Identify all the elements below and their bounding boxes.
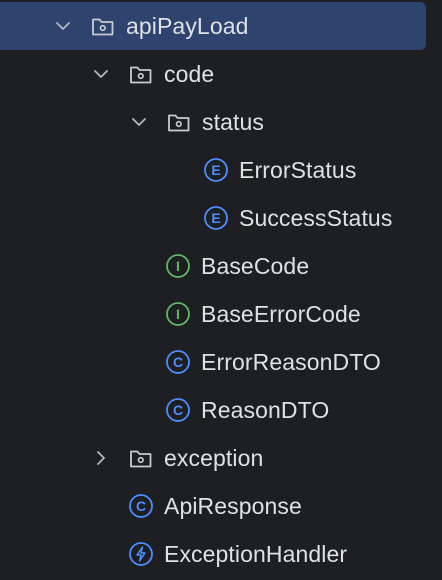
- tree-item-basecode[interactable]: I BaseCode: [0, 242, 442, 290]
- svg-text:C: C: [173, 354, 183, 370]
- tree-item-apiresponse[interactable]: C ApiResponse: [0, 482, 442, 530]
- tree-item-label: SuccessStatus: [239, 204, 393, 231]
- tree-item-label: ReasonDTO: [201, 396, 330, 423]
- tree-item-label: ErrorReasonDTO: [201, 348, 381, 375]
- tree-item-status[interactable]: status: [0, 98, 442, 146]
- tree-item-reasondto[interactable]: C ReasonDTO: [0, 386, 442, 434]
- svg-text:I: I: [176, 306, 180, 322]
- tree-item-label: status: [202, 108, 264, 135]
- tree-item-exception[interactable]: exception: [0, 434, 442, 482]
- project-tree: apiPayLoad code status E ErrorStatus E S…: [0, 0, 442, 580]
- tree-item-label: code: [164, 60, 215, 87]
- svg-text:E: E: [211, 162, 220, 178]
- chevron-down-icon[interactable]: [54, 17, 72, 35]
- tree-item-label: BaseErrorCode: [201, 300, 361, 327]
- chevron-right-icon[interactable]: [92, 449, 110, 467]
- svg-text:I: I: [176, 258, 180, 274]
- enum-icon: E: [203, 157, 229, 183]
- chevron-down-icon[interactable]: [92, 65, 110, 83]
- chevron-down-icon[interactable]: [130, 113, 148, 131]
- tree-item-label: ErrorStatus: [239, 156, 357, 183]
- tree-item-successstatus[interactable]: E SuccessStatus: [0, 194, 442, 242]
- tree-item-label: BaseCode: [201, 252, 310, 279]
- package-folder-icon: [128, 61, 154, 87]
- package-folder-icon: [90, 13, 116, 39]
- class-icon: C: [128, 493, 154, 519]
- class-icon: C: [165, 349, 191, 375]
- svg-text:C: C: [173, 402, 183, 418]
- tree-item-label: ExceptionHandler: [164, 540, 348, 567]
- tree-item-label: apiPayLoad: [126, 12, 249, 39]
- tree-item-label: ApiResponse: [164, 492, 302, 519]
- tree-item-exceptionhandler[interactable]: ExceptionHandler: [0, 530, 442, 578]
- package-folder-icon: [166, 109, 192, 135]
- tree-item-baseerrorcode[interactable]: I BaseErrorCode: [0, 290, 442, 338]
- tree-item-code[interactable]: code: [0, 50, 442, 98]
- svg-text:E: E: [211, 210, 220, 226]
- tree-item-errorreasondto[interactable]: C ErrorReasonDTO: [0, 338, 442, 386]
- interface-icon: I: [165, 253, 191, 279]
- tree-item-apipayload[interactable]: apiPayLoad: [0, 2, 426, 50]
- class-icon: C: [165, 397, 191, 423]
- interface-icon: I: [165, 301, 191, 327]
- enum-icon: E: [203, 205, 229, 231]
- package-folder-icon: [128, 445, 154, 471]
- tree-item-label: exception: [164, 444, 264, 471]
- advice-icon: [128, 541, 154, 567]
- tree-item-errorstatus[interactable]: E ErrorStatus: [0, 146, 442, 194]
- svg-text:C: C: [136, 498, 146, 514]
